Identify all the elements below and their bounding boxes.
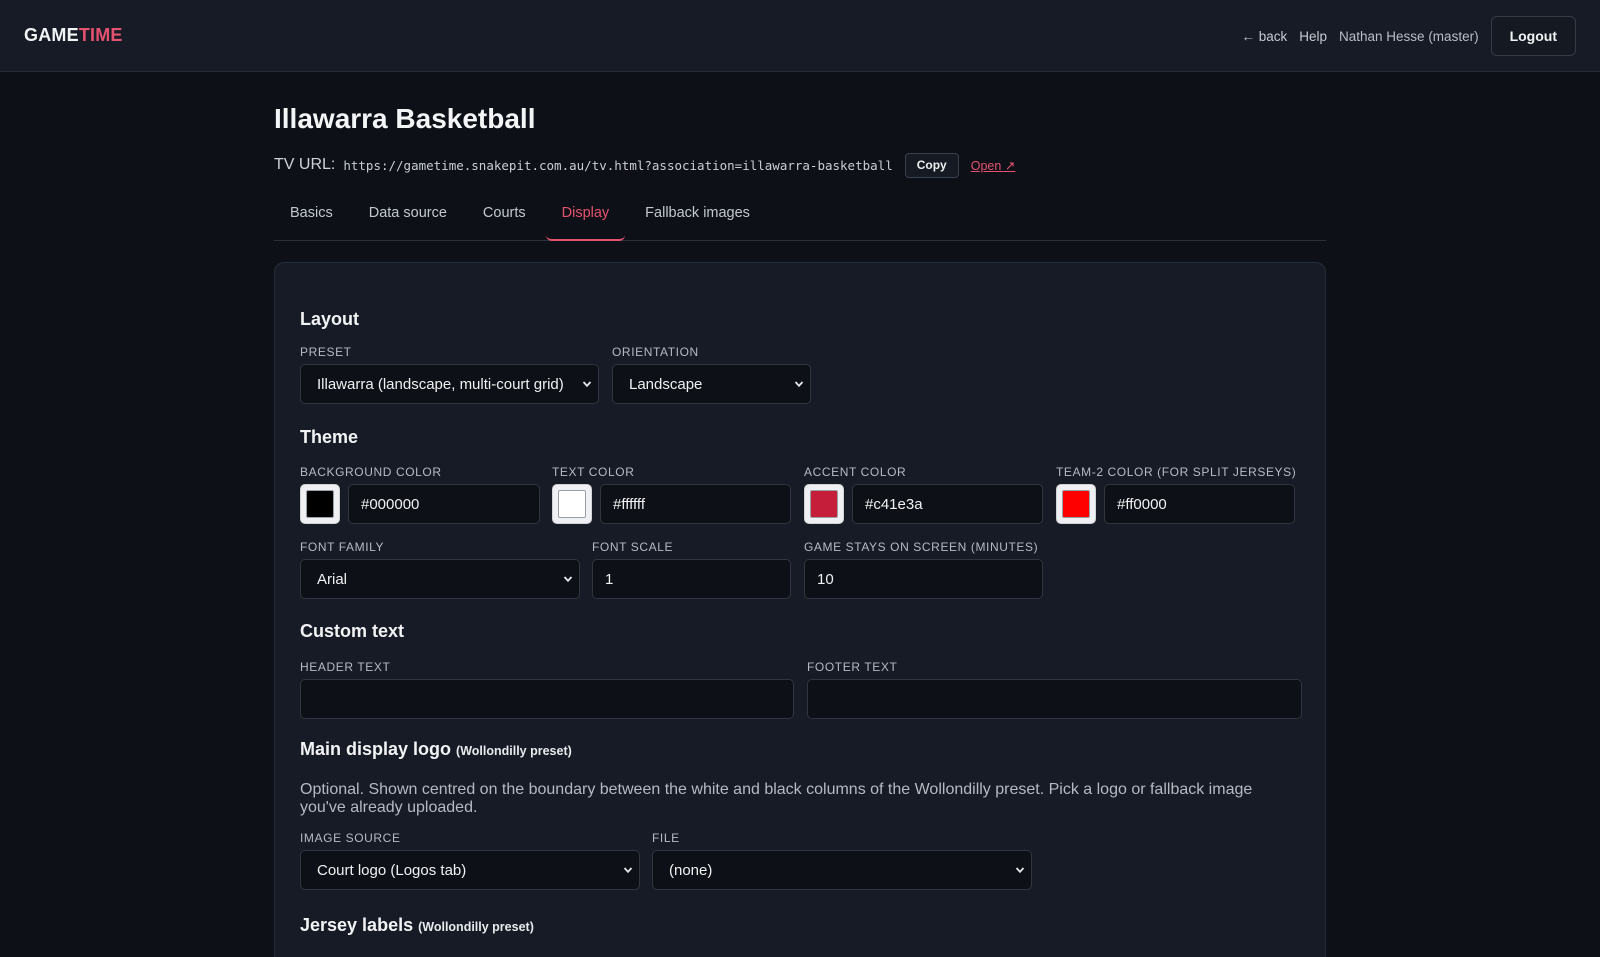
team2-color-input[interactable]: #ff0000 — [1104, 484, 1295, 524]
jersey-labels-heading-text: Jersey labels — [300, 915, 414, 935]
image-source-select-value: Court logo (Logos tab) — [317, 861, 467, 879]
file-select[interactable]: (none) — [652, 850, 1032, 890]
tab-fallback-images[interactable]: Fallback images — [629, 198, 766, 241]
image-source-select[interactable]: Court logo (Logos tab) — [300, 850, 640, 890]
footer-text-label: Footer text — [807, 660, 898, 674]
tv-url-label: TV URL: — [274, 156, 336, 173]
jersey-labels-heading: Jersey labels (Wollondilly preset) — [300, 915, 534, 936]
logout-button[interactable]: Logout — [1490, 16, 1576, 56]
background-color-input[interactable]: #000000 — [348, 484, 540, 524]
file-label: File — [652, 831, 680, 845]
accent-color-swatch[interactable] — [804, 484, 844, 524]
top-nav: ← back Help Nathan Hesse (master) Logout — [1241, 16, 1576, 56]
footer-text-input[interactable] — [807, 679, 1302, 719]
chevron-down-icon — [582, 381, 592, 388]
file-select-value: (none) — [669, 861, 713, 879]
display-settings-panel: Layout Preset Illawarra (landscape, mult… — [274, 262, 1326, 957]
header-text-input[interactable] — [300, 679, 794, 719]
main-logo-description: Optional. Shown centred on the boundary … — [300, 781, 1253, 816]
game-stays-input[interactable]: 10 — [804, 559, 1043, 599]
game-stays-label: Game stays on screen (minutes) — [804, 540, 1039, 554]
chevron-down-icon — [794, 381, 804, 388]
font-family-label: Font family — [300, 540, 385, 554]
theme-heading: Theme — [300, 427, 359, 447]
header-text-label: Header text — [300, 660, 391, 674]
font-family-select-value: Arial — [317, 570, 348, 588]
accent-color-input[interactable]: #c41e3a — [852, 484, 1043, 524]
team2-color-label: Team-2 color (for split jerseys) — [1056, 465, 1297, 479]
brand-part-game: GAME — [24, 25, 79, 45]
tab-basics[interactable]: Basics — [274, 198, 349, 241]
copy-url-button[interactable]: Copy — [904, 152, 959, 178]
font-family-select[interactable]: Arial — [300, 559, 580, 599]
tv-url-row: TV URL: https://gametime.snakepit.com.au… — [274, 152, 1015, 178]
jersey-labels-heading-note: (Wollondilly preset) — [418, 920, 534, 934]
font-scale-input[interactable]: 1 — [592, 559, 791, 599]
preset-label: Preset — [300, 345, 352, 359]
text-color-label: Text color — [552, 465, 635, 479]
main-logo-heading-note: (Wollondilly preset) — [456, 744, 572, 758]
accent-color-label: Accent color — [804, 465, 907, 479]
tv-url-value: https://gametime.snakepit.com.au/tv.html… — [343, 157, 893, 173]
main-logo-heading: Main display logo (Wollondilly preset) — [300, 739, 572, 760]
team2-color-swatch[interactable] — [1056, 484, 1096, 524]
background-color-swatch[interactable] — [300, 484, 340, 524]
orientation-select-value: Landscape — [629, 375, 703, 393]
background-color-label: Background color — [300, 465, 442, 479]
text-color-swatch[interactable] — [552, 484, 592, 524]
preset-select[interactable]: Illawarra (landscape, multi-court grid) — [300, 364, 599, 404]
page-title: Illawarra Basketball — [274, 103, 536, 134]
preset-select-value: Illawarra (landscape, multi-court grid) — [317, 375, 564, 393]
tab-data-source[interactable]: Data source — [353, 198, 463, 241]
chevron-down-icon — [623, 867, 633, 874]
main-logo-heading-text: Main display logo — [300, 739, 452, 759]
back-link[interactable]: ← back — [1241, 29, 1287, 44]
chevron-down-icon — [1015, 867, 1025, 874]
open-url-link[interactable]: Open ↗ — [971, 158, 1016, 173]
layout-heading: Layout — [300, 309, 360, 329]
user-name: Nathan Hesse (master) — [1339, 28, 1479, 44]
tab-courts[interactable]: Courts — [467, 198, 542, 241]
chevron-down-icon — [563, 576, 573, 583]
help-link[interactable]: Help — [1299, 29, 1327, 44]
orientation-select[interactable]: Landscape — [612, 364, 811, 404]
font-scale-label: Font scale — [592, 540, 674, 554]
brand-logo[interactable]: GAMETIME — [24, 25, 123, 46]
text-color-input[interactable]: #ffffff — [600, 484, 791, 524]
tab-bar: Basics Data source Courts Display Fallba… — [274, 198, 1326, 241]
image-source-label: Image source — [300, 831, 401, 845]
tab-display[interactable]: Display — [545, 198, 626, 241]
brand-part-time: TIME — [78, 25, 123, 45]
custom-text-heading: Custom text — [300, 621, 405, 641]
top-bar: GAMETIME ← back Help Nathan Hesse (maste… — [0, 0, 1600, 72]
orientation-label: Orientation — [612, 345, 699, 359]
